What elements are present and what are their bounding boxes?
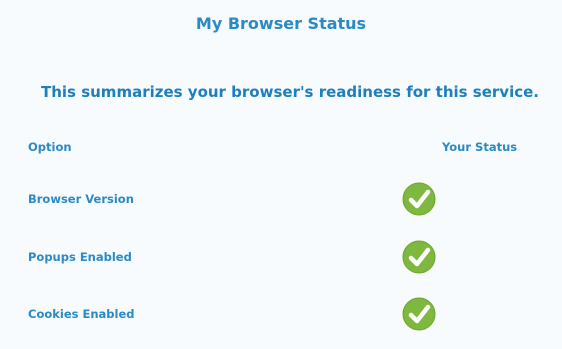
status-column-header: Your Status: [442, 140, 518, 154]
row-label-popups-enabled: Popups Enabled: [28, 250, 132, 264]
row-label-cookies-enabled: Cookies Enabled: [28, 307, 135, 321]
check-circle-icon: [402, 182, 436, 216]
check-circle-icon: [402, 240, 436, 274]
option-column-header: Option: [28, 140, 72, 154]
browser-status-panel: My Browser Status This summarizes your b…: [0, 0, 562, 349]
row-label-browser-version: Browser Version: [28, 192, 134, 206]
summary-heading: This summarizes your browser's readiness…: [41, 83, 539, 101]
check-circle-icon: [402, 297, 436, 331]
page-title: My Browser Status: [195, 14, 367, 33]
